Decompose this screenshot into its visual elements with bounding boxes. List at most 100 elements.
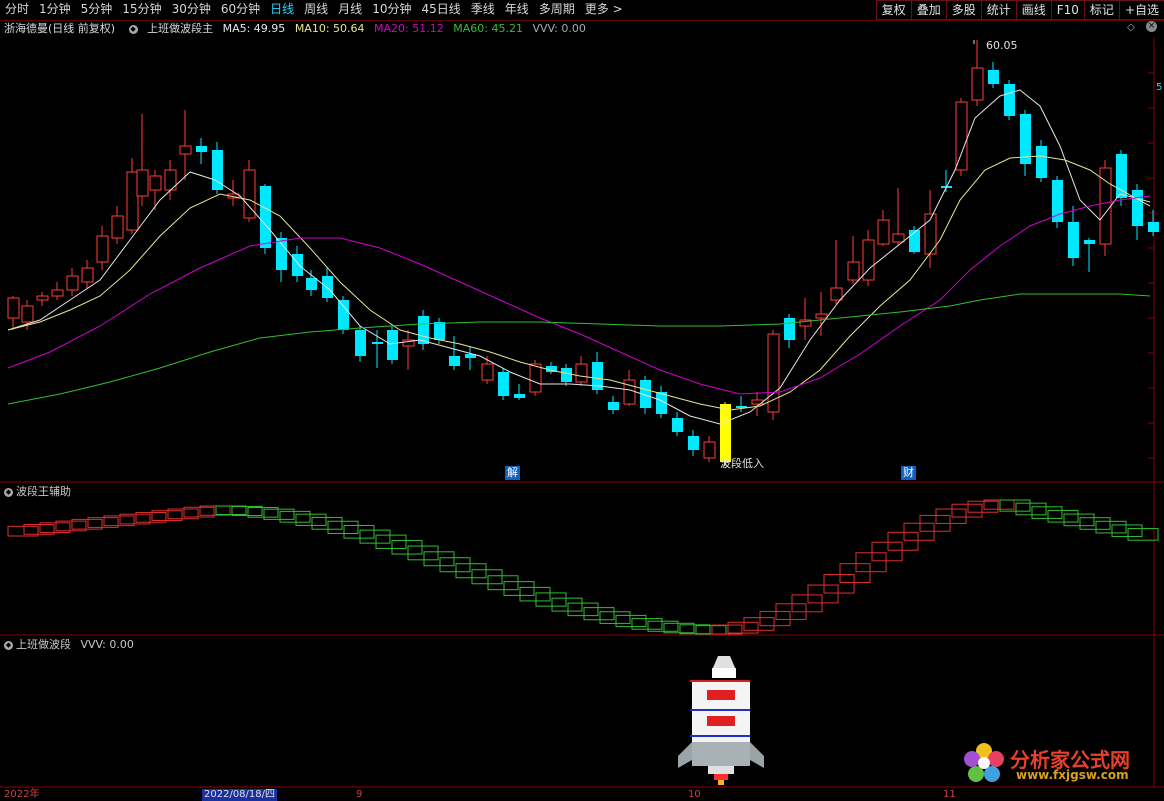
candle-50[interactable]: [784, 314, 795, 348]
sub-pane2-title[interactable]: 上班做波段: [16, 638, 71, 651]
candle-24[interactable]: [372, 330, 383, 368]
band-box-68: [1079, 517, 1111, 530]
candle-69[interactable]: [1084, 238, 1095, 272]
candle-72[interactable]: [1132, 184, 1143, 240]
candle-47[interactable]: [736, 396, 747, 412]
candle-30[interactable]: [465, 346, 476, 370]
band-box-54: [855, 552, 887, 573]
band-box-34: [535, 592, 567, 607]
news-marker-jie[interactable]: 解: [505, 466, 520, 480]
candle-3[interactable]: [51, 282, 64, 300]
candle-51[interactable]: [799, 298, 812, 340]
candle-53[interactable]: [830, 240, 843, 304]
settings-circle-icon[interactable]: ◆: [4, 487, 13, 497]
candle-44[interactable]: [688, 430, 699, 456]
candle-15[interactable]: [227, 180, 240, 206]
candle-19[interactable]: [292, 246, 303, 282]
candle-65[interactable]: [1020, 110, 1031, 176]
band-box-31: [487, 575, 519, 591]
candle-63[interactable]: [988, 62, 999, 88]
candle-20[interactable]: [306, 270, 317, 296]
candle-4[interactable]: [66, 268, 79, 296]
band-box-17: [263, 508, 295, 520]
band-box-57: [903, 522, 935, 541]
band-box-27: [423, 551, 455, 567]
candle-64[interactable]: [1004, 80, 1015, 120]
candle-13[interactable]: [196, 138, 207, 164]
candle-59[interactable]: [924, 190, 937, 268]
candle-60[interactable]: [941, 170, 952, 192]
candle-25[interactable]: [387, 326, 398, 364]
candle-42[interactable]: [656, 386, 667, 418]
candle-26[interactable]: [402, 330, 415, 370]
band-box-60: [951, 503, 983, 518]
candle-38[interactable]: [592, 352, 603, 394]
candle-39[interactable]: [608, 396, 619, 414]
candle-56[interactable]: [877, 210, 890, 246]
candle-58[interactable]: [909, 226, 920, 254]
candle-55[interactable]: [862, 230, 875, 286]
date-label-oct: 10: [688, 789, 701, 800]
candle-33[interactable]: [514, 384, 525, 400]
candle-23[interactable]: [355, 326, 366, 362]
candle-9[interactable]: [136, 114, 149, 206]
candle-66[interactable]: [1036, 140, 1047, 182]
candle-37[interactable]: [575, 356, 588, 386]
candle-0[interactable]: [7, 296, 20, 330]
date-axis: 2022年 2022/08/18/四 9 10 11: [0, 789, 1164, 801]
flower-logo-icon: [964, 743, 1004, 782]
sub-pane1-header: ◆ 波段王辅助: [0, 484, 71, 500]
band-box-56: [887, 531, 919, 551]
band-box-53: [839, 563, 871, 584]
candle-54[interactable]: [847, 236, 860, 284]
sub-pane1-title[interactable]: 波段王辅助: [16, 485, 71, 498]
candle-36[interactable]: [561, 364, 572, 386]
band-box-37: [583, 607, 615, 621]
band-box-55: [871, 541, 903, 562]
band-box-33: [519, 586, 551, 602]
candle-45[interactable]: [703, 436, 716, 462]
candle-27[interactable]: [418, 310, 429, 350]
candle-62[interactable]: [971, 40, 984, 106]
candle-43[interactable]: [672, 412, 683, 436]
candle-14[interactable]: [212, 142, 223, 194]
candle-6[interactable]: [96, 226, 109, 270]
band-box-59: [935, 508, 967, 524]
band-box-67: [1063, 513, 1095, 527]
candle-40[interactable]: [623, 370, 636, 406]
candle-48[interactable]: [751, 392, 764, 416]
candle-57[interactable]: [892, 188, 905, 246]
band-box-35: [551, 597, 583, 612]
band-box-26: [407, 545, 439, 561]
candle-2[interactable]: [36, 292, 49, 306]
sub-pane2-vvv: VVV: 0.00: [80, 638, 134, 651]
candle-49[interactable]: [767, 330, 780, 420]
signal-text: 波段低入: [720, 457, 764, 470]
date-label-sep: 9: [356, 789, 363, 800]
candle-12[interactable]: [179, 110, 192, 180]
candle-16[interactable]: [243, 160, 256, 222]
watermark-logo: 分析家公式网 www.fxjgsw.com: [958, 740, 1154, 786]
watermark-url: www.fxjgsw.com: [1016, 768, 1129, 782]
candle-35[interactable]: [546, 362, 557, 374]
band-box-69: [1095, 520, 1127, 534]
band-box-39: [615, 614, 647, 628]
band-box-66: [1047, 509, 1079, 523]
rocket-signal-icon: [678, 656, 764, 785]
band-box-18: [279, 510, 311, 523]
candle-5[interactable]: [81, 260, 94, 288]
settings-circle-icon[interactable]: ◆: [4, 640, 13, 650]
band-box-21: [327, 520, 359, 534]
band-box-44: [695, 625, 727, 635]
candle-73[interactable]: [1148, 210, 1159, 236]
candle-10[interactable]: [149, 170, 162, 210]
candle-7[interactable]: [111, 206, 124, 244]
candle-29[interactable]: [449, 336, 460, 370]
date-label-nov: 11: [943, 789, 956, 800]
news-marker-cai[interactable]: 财: [901, 466, 916, 480]
kline-chart[interactable]: [0, 0, 1164, 801]
candle-67[interactable]: [1052, 176, 1063, 228]
candle-32[interactable]: [498, 368, 509, 400]
candle-68[interactable]: [1068, 206, 1079, 266]
candle-8[interactable]: [126, 158, 139, 234]
